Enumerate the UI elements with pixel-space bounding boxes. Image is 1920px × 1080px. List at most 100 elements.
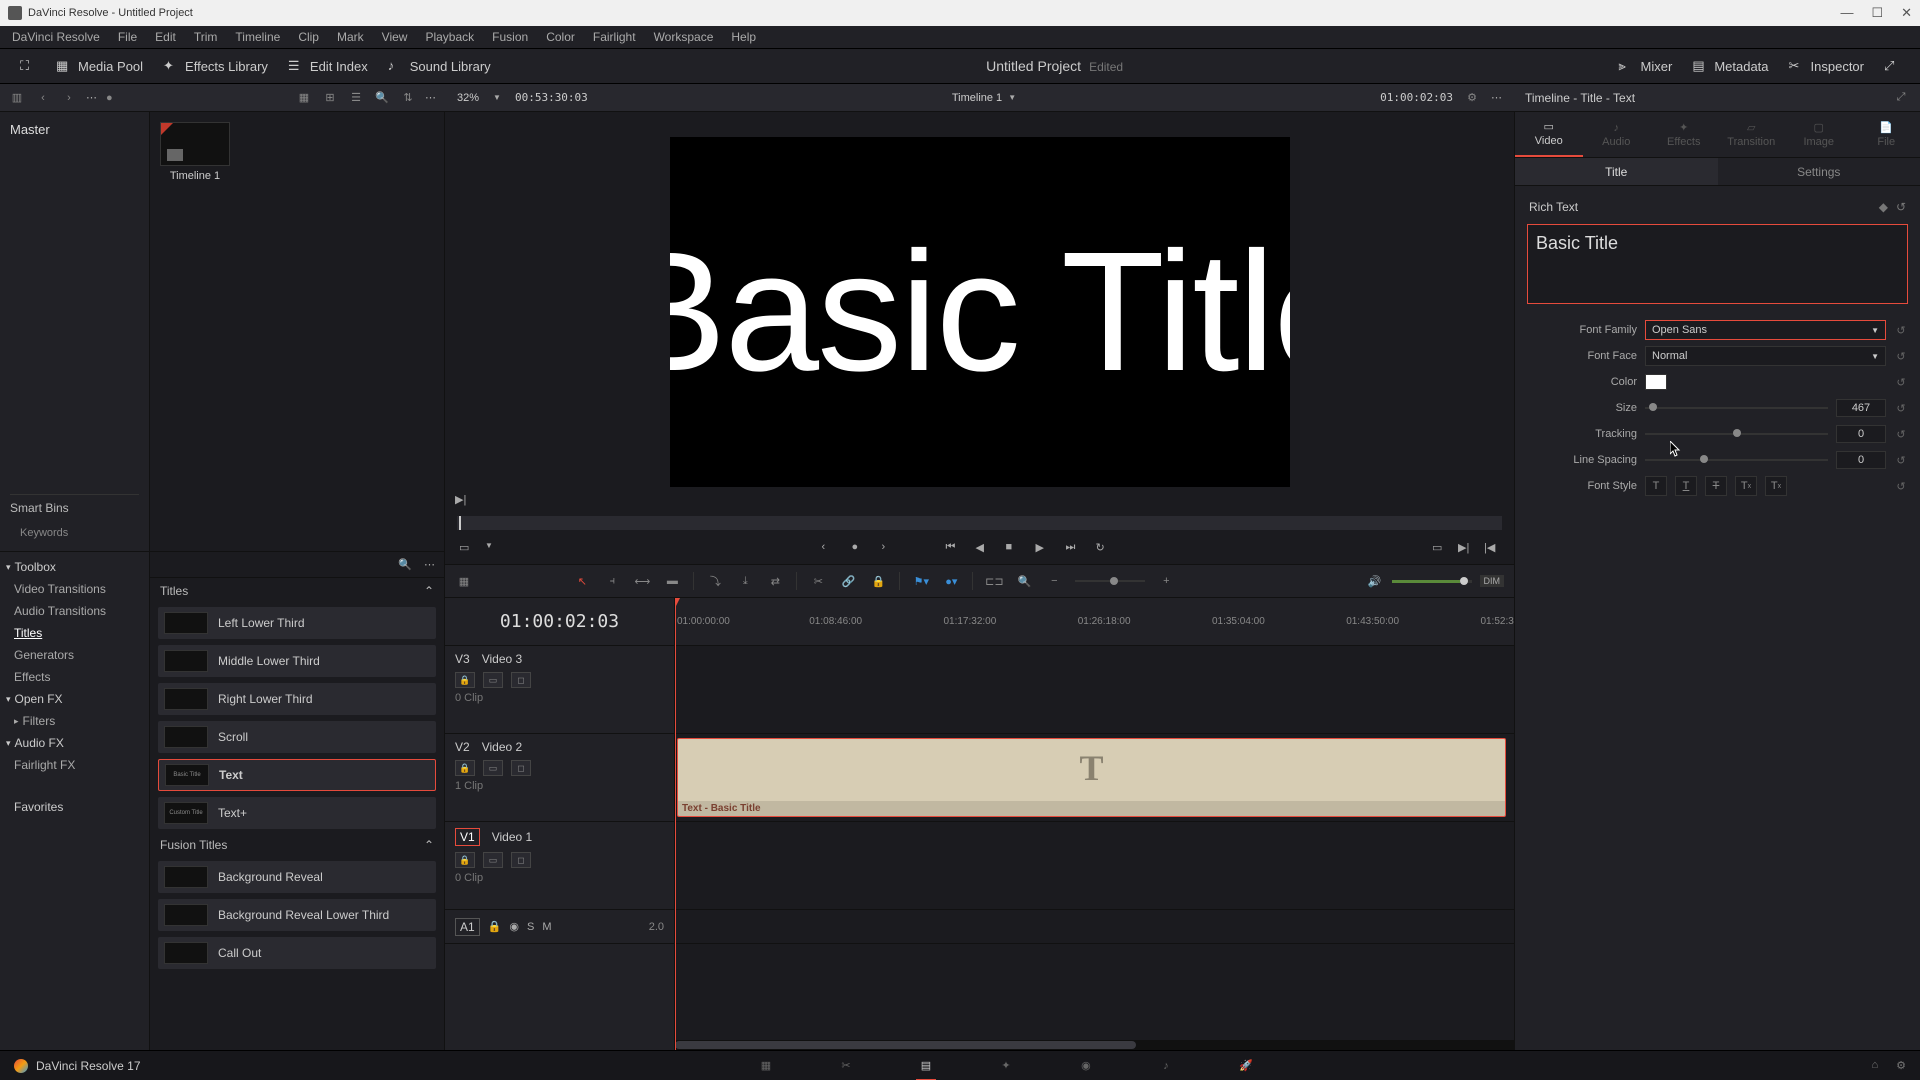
nav-back-icon[interactable]: ‹ — [34, 89, 52, 107]
cat-video-transitions[interactable]: Video Transitions — [0, 578, 149, 600]
subtab-title[interactable]: Title — [1515, 158, 1718, 185]
reset-icon[interactable]: ↺ — [1894, 480, 1908, 493]
menu-item[interactable]: DaVinci Resolve — [4, 27, 108, 47]
link-icon[interactable]: 🔗 — [839, 572, 857, 590]
play-icon[interactable]: ▶ — [1036, 541, 1052, 557]
title-clip[interactable]: T Text - Basic Title — [677, 738, 1506, 817]
prev-edit-icon[interactable]: ‹ — [822, 541, 838, 557]
arm-icon[interactable]: ◉ — [509, 920, 519, 933]
media-pool-button[interactable]: ▦Media Pool — [46, 54, 153, 78]
cat-fairlightfx[interactable]: Fairlight FX — [0, 754, 149, 776]
fusion-callout[interactable]: Call Out — [158, 937, 436, 969]
reset-icon[interactable]: ↺ — [1894, 350, 1908, 363]
menu-item[interactable]: Clip — [290, 27, 327, 47]
cat-audio-transitions[interactable]: Audio Transitions — [0, 600, 149, 622]
menu-item[interactable]: Mark — [329, 27, 372, 47]
track-header-a1[interactable]: A1 🔒 ◉ S M 2.0 — [445, 910, 674, 944]
close-button[interactable]: ✕ — [1901, 5, 1912, 21]
transform-icon[interactable]: ▭ — [459, 541, 475, 557]
size-value[interactable]: 467 — [1836, 399, 1886, 417]
playhead[interactable] — [675, 598, 676, 1050]
volume-slider[interactable] — [1392, 580, 1472, 583]
cat-titles[interactable]: Titles — [0, 622, 149, 644]
title-text[interactable]: Basic TitleText — [158, 759, 436, 791]
cat-generators[interactable]: Generators — [0, 644, 149, 666]
fusion-bg-reveal-lt[interactable]: Background Reveal Lower Third — [158, 899, 436, 931]
tab-transition[interactable]: ▱Transition — [1718, 112, 1786, 157]
reset-icon[interactable]: ↺ — [1894, 324, 1908, 337]
font-family-dropdown[interactable]: Open Sans▼ — [1645, 320, 1886, 340]
size-slider[interactable] — [1645, 407, 1828, 409]
viewer-canvas[interactable]: Basic Title — [670, 137, 1290, 487]
toolbox-header[interactable]: ▾Toolbox — [0, 556, 149, 578]
thumb-view-icon[interactable]: ▦ — [295, 89, 313, 107]
first-frame-icon[interactable]: ⏮ — [946, 541, 962, 557]
tracking-slider[interactable] — [1645, 433, 1828, 435]
settings-icon[interactable]: ⚙ — [1896, 1059, 1906, 1072]
replace-icon[interactable]: ⇄ — [766, 572, 784, 590]
track-lane-v2[interactable]: T Text - Basic Title — [675, 734, 1514, 822]
viewer-zoom[interactable]: 32% — [457, 92, 479, 104]
tab-audio[interactable]: ♪Audio — [1583, 112, 1651, 157]
title-scroll[interactable]: Scroll — [158, 721, 436, 753]
disable-icon[interactable]: ◻ — [511, 760, 531, 776]
fusion-page-icon[interactable]: ✦ — [996, 1057, 1016, 1075]
track-header-v3[interactable]: V3Video 3 🔒▭◻ 0 Clip — [445, 646, 674, 734]
fullscreen-button[interactable]: ⛶ — [10, 54, 46, 78]
keywords-bin[interactable]: Keywords — [10, 521, 139, 545]
tab-effects[interactable]: ✦Effects — [1650, 112, 1718, 157]
subtab-settings[interactable]: Settings — [1718, 158, 1920, 185]
flag-icon[interactable]: ⚑▾ — [912, 572, 930, 590]
style-sub-button[interactable]: Tx — [1765, 476, 1787, 496]
openfx-header[interactable]: ▾Open FX — [0, 688, 149, 710]
edit-page-icon[interactable]: ▤ — [916, 1057, 936, 1075]
reset-icon[interactable]: ↺ — [1894, 376, 1908, 389]
audiofx-header[interactable]: ▾Audio FX — [0, 732, 149, 754]
style-normal-button[interactable]: T — [1645, 476, 1667, 496]
tab-image[interactable]: ▢Image — [1785, 112, 1853, 157]
fairlight-page-icon[interactable]: ♪ — [1156, 1057, 1176, 1075]
fx-options-icon[interactable]: ⋯ — [424, 558, 436, 571]
deliver-page-icon[interactable]: 🚀 — [1236, 1057, 1256, 1075]
reset-icon[interactable]: ↺ — [1894, 402, 1908, 415]
media-page-icon[interactable]: ▦ — [756, 1057, 776, 1075]
lock-icon[interactable]: 🔒 — [455, 672, 475, 688]
blade-tool-icon[interactable]: ▬ — [663, 572, 681, 590]
rich-text-input[interactable] — [1527, 224, 1908, 304]
nav-fwd-icon[interactable]: › — [60, 89, 78, 107]
tab-video[interactable]: ▭Video — [1515, 112, 1583, 157]
dim-button[interactable]: DIM — [1480, 575, 1505, 587]
overwrite-icon[interactable]: ⤓ — [736, 572, 754, 590]
track-lane-v1[interactable] — [675, 822, 1514, 910]
menu-item[interactable]: Fusion — [484, 27, 536, 47]
viewer-options-icon[interactable]: ⋯ — [1491, 91, 1503, 104]
title-middle-lower-third[interactable]: Middle Lower Third — [158, 645, 436, 677]
timeline-view-icon[interactable]: ▦ — [455, 572, 473, 590]
style-underline-button[interactable]: T — [1675, 476, 1697, 496]
smart-bins-header[interactable]: Smart Bins — [10, 494, 139, 521]
track-lane-a1[interactable] — [675, 910, 1514, 944]
title-left-lower-third[interactable]: Left Lower Third — [158, 607, 436, 639]
insert-icon[interactable]: ⤵ — [706, 572, 724, 590]
options-icon[interactable]: ⋯ — [86, 91, 98, 104]
cut-page-icon[interactable]: ✂ — [836, 1057, 856, 1075]
selection-tool-icon[interactable]: ↖ — [573, 572, 591, 590]
blade-icon[interactable]: ✂ — [809, 572, 827, 590]
marker-icon[interactable]: ●▾ — [942, 572, 960, 590]
chevron-down-icon[interactable]: ▼ — [1008, 93, 1016, 102]
auto-select-icon[interactable]: ▭ — [483, 672, 503, 688]
timeline-timecode[interactable]: 01:00:02:03 — [445, 598, 674, 646]
menu-item[interactable]: Workspace — [646, 27, 722, 47]
next-edit-icon[interactable]: › — [882, 541, 898, 557]
bin-view-icon[interactable]: ▥ — [8, 89, 26, 107]
track-lane-v3[interactable] — [675, 646, 1514, 734]
tab-file[interactable]: 📄File — [1853, 112, 1920, 157]
expand-button[interactable]: ⤢ — [1874, 54, 1910, 78]
menu-item[interactable]: File — [110, 27, 145, 47]
reset-icon[interactable]: ↺ — [1894, 428, 1908, 441]
line-spacing-value[interactable]: 0 — [1836, 451, 1886, 469]
reset-icon[interactable]: ↺ — [1894, 454, 1908, 467]
home-icon[interactable]: ⌂ — [1871, 1059, 1878, 1072]
gear-icon[interactable]: ⚙ — [1463, 89, 1481, 107]
record-icon[interactable]: ● — [106, 92, 113, 104]
